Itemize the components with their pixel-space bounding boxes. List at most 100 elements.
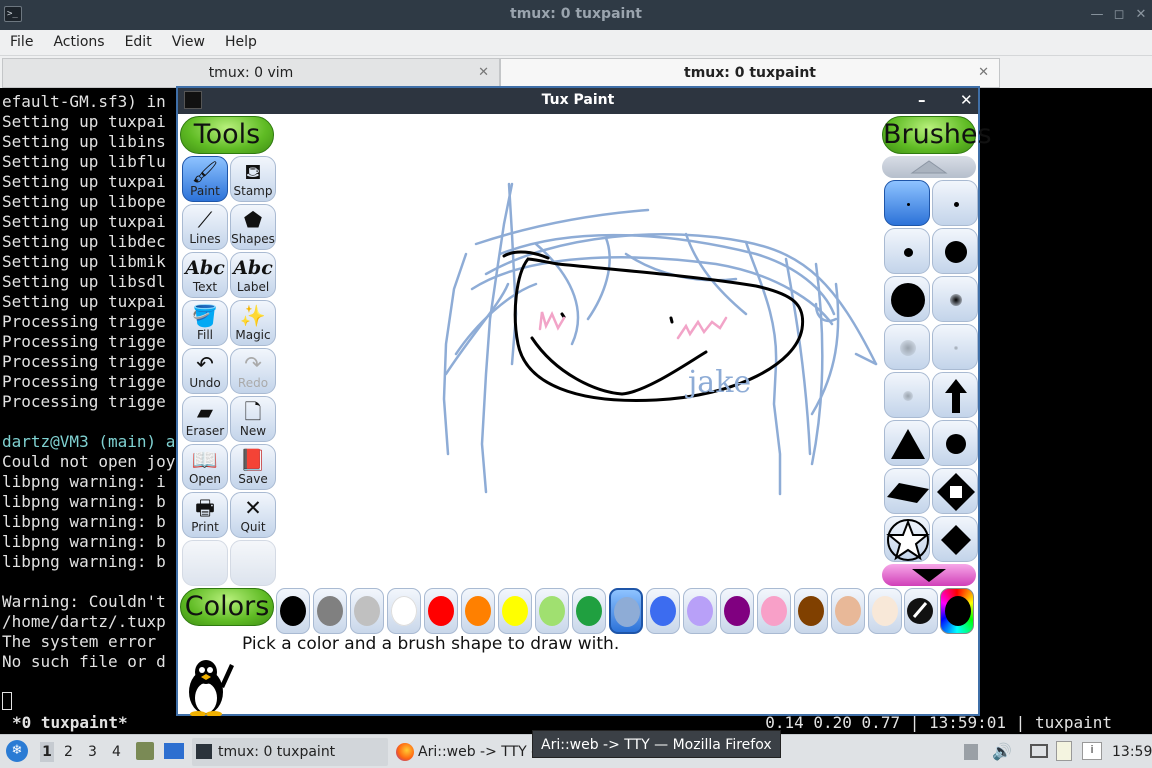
brush-option[interactable] — [884, 516, 930, 562]
color-swatch[interactable] — [720, 588, 754, 634]
color-swatch[interactable] — [387, 588, 421, 634]
start-menu-icon[interactable]: ❄ — [6, 740, 28, 762]
color-swatch[interactable] — [757, 588, 791, 634]
color-swatch[interactable] — [572, 588, 606, 634]
tool-quit-button[interactable]: ✕ Quit — [230, 492, 276, 538]
brush-option[interactable] — [884, 468, 930, 514]
terminal-line: libpng warning: i — [2, 472, 166, 491]
window-title: tmux: 0 tuxpaint — [510, 6, 642, 22]
color-picker-button[interactable] — [904, 588, 938, 634]
workspace-3[interactable]: 3 — [88, 744, 97, 760]
brush-option[interactable] — [932, 276, 978, 322]
terminal-line: Setting up libflu — [2, 152, 166, 171]
tool-stamp-button[interactable]: ⛾ Stamp — [230, 156, 276, 202]
tool-paint-button[interactable]: 🖌 Paint — [182, 156, 228, 202]
menu-actions[interactable]: Actions — [43, 30, 114, 50]
color-swatch[interactable] — [276, 588, 310, 634]
tab-vim[interactable]: tmux: 0 vim ✕ — [2, 58, 500, 88]
brush-option[interactable] — [932, 228, 978, 274]
terminal-line: Processing trigge — [2, 372, 166, 391]
tab-close-icon[interactable]: ✕ — [978, 59, 989, 87]
color-swatch-fill — [502, 596, 528, 626]
color-mixer-button[interactable] — [940, 588, 974, 634]
menu-help[interactable]: Help — [215, 30, 267, 50]
tray-printer-icon[interactable] — [964, 744, 978, 760]
minimize-icon[interactable]: — — [1088, 6, 1106, 24]
color-swatch[interactable] — [350, 588, 384, 634]
tool-lines-button[interactable]: ⟋ Lines — [182, 204, 228, 250]
color-swatch[interactable] — [424, 588, 458, 634]
tool-new-button[interactable]: 🗋 New — [230, 396, 276, 442]
show-desktop-icon[interactable] — [164, 743, 184, 759]
menu-view[interactable]: View — [162, 30, 215, 50]
color-swatch[interactable] — [535, 588, 569, 634]
terminal-line: Setting up tuxpai — [2, 172, 166, 191]
workspace-2[interactable]: 2 — [64, 744, 73, 760]
brush-option[interactable] — [884, 420, 930, 466]
color-swatch[interactable] — [313, 588, 347, 634]
tool-label: Quit — [240, 520, 266, 534]
brush-option[interactable] — [884, 324, 930, 370]
tool-undo-button[interactable]: ↶ Undo — [182, 348, 228, 394]
drawing-canvas[interactable]: jake — [276, 114, 978, 584]
color-swatch[interactable] — [461, 588, 495, 634]
tool-shapes-button[interactable]: ⬟ Shapes — [230, 204, 276, 250]
close-icon[interactable]: ✕ — [960, 91, 973, 109]
text-icon: Abc — [185, 257, 225, 279]
brush-option[interactable] — [932, 324, 978, 370]
tools-header: Tools — [180, 116, 274, 154]
maximize-icon[interactable]: ◻ — [1110, 6, 1128, 24]
brush-option[interactable] — [932, 468, 978, 514]
brush-option[interactable] — [884, 228, 930, 274]
color-swatch[interactable] — [609, 588, 643, 634]
tool-label: Print — [191, 520, 219, 534]
terminal-line: No such file or d — [2, 652, 166, 671]
workspace-4[interactable]: 4 — [112, 744, 121, 760]
color-swatch[interactable] — [868, 588, 902, 634]
brush-option[interactable] — [884, 276, 930, 322]
tool-label-button[interactable]: Abc Label — [230, 252, 276, 298]
undo-icon: ↶ — [196, 352, 214, 376]
color-swatch[interactable] — [831, 588, 865, 634]
close-icon[interactable]: ✕ — [1132, 6, 1150, 24]
volume-icon[interactable]: 🔊 — [992, 742, 1012, 761]
color-swatch-fill — [391, 596, 417, 626]
brushes-scroll-up-button[interactable] — [882, 156, 976, 178]
menu-file[interactable]: File — [0, 30, 43, 50]
brush-option[interactable] — [884, 372, 930, 418]
tool-save-button[interactable]: 📕 Save — [230, 444, 276, 490]
terminal-line: Processing trigge — [2, 352, 166, 371]
color-swatch[interactable] — [498, 588, 532, 634]
brush-option[interactable] — [932, 420, 978, 466]
network-icon[interactable] — [1030, 744, 1048, 758]
tool-fill-button[interactable]: 🪣 Fill — [182, 300, 228, 346]
tool-print-button[interactable]: 🖶 Print — [182, 492, 228, 538]
brushes-scroll-down-button[interactable] — [882, 564, 976, 586]
brush-option[interactable] — [932, 372, 978, 418]
tool-label: Eraser — [185, 424, 225, 438]
workspace-1[interactable]: 1 — [40, 742, 54, 762]
menu-edit[interactable]: Edit — [115, 30, 162, 50]
taskbar-tooltip: Ari::web -> TTY — Mozilla Firefox — [532, 730, 781, 758]
terminal-line: Could not open joy — [2, 452, 176, 471]
brush-option[interactable] — [932, 516, 978, 562]
color-swatch[interactable] — [794, 588, 828, 634]
tab-close-icon[interactable]: ✕ — [478, 59, 489, 87]
brush-option[interactable] — [884, 180, 930, 226]
tool-text-button[interactable]: Abc Text — [182, 252, 228, 298]
clipboard-icon[interactable] — [1056, 741, 1072, 761]
notification-icon[interactable]: i — [1082, 742, 1102, 760]
minimize-icon[interactable]: – — [918, 91, 926, 109]
taskbar-task-tuxpaint[interactable]: tmux: 0 tuxpaint — [192, 738, 388, 766]
color-swatch[interactable] — [683, 588, 717, 634]
tool-magic-button[interactable]: ✨ Magic — [230, 300, 276, 346]
brush-shape-dot-icon — [900, 340, 916, 356]
color-swatch[interactable] — [646, 588, 680, 634]
brush-option[interactable] — [932, 180, 978, 226]
tool-open-button[interactable]: 📖 Open — [182, 444, 228, 490]
tool-eraser-button[interactable]: ▰ Eraser — [182, 396, 228, 442]
terminal-line: Setting up libins — [2, 132, 166, 151]
tab-tuxpaint[interactable]: tmux: 0 tuxpaint ✕ — [500, 58, 1000, 88]
tuxpaint-window: Tux Paint – ✕ Tools 🖌 Paint ⛾ Stamp ⟋ Lines ⬟ S… — [176, 86, 992, 717]
file-manager-icon[interactable] — [136, 742, 154, 760]
